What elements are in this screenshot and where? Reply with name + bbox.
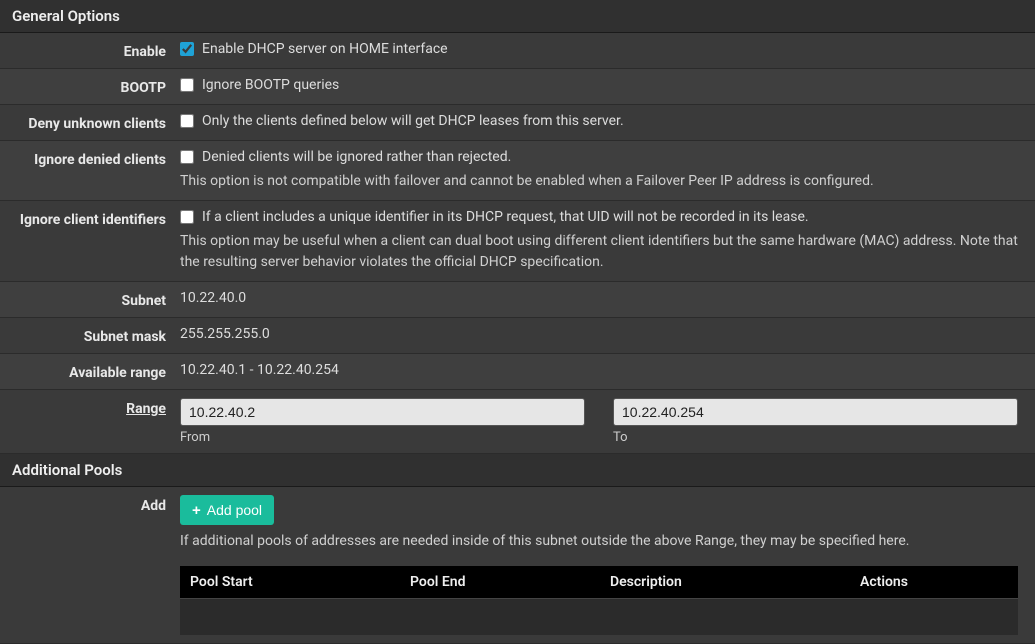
value-subnet: 10.22.40.0 — [180, 290, 1025, 306]
row-subnet-mask: Subnet mask 255.255.255.0 — [0, 318, 1035, 354]
label-subnet-mask: Subnet mask — [10, 326, 180, 345]
label-enable: Enable — [10, 41, 180, 60]
text-ignore-denied: Denied clients will be ignored rather th… — [202, 149, 511, 165]
help-ignore-client-id: This option may be useful when a client … — [180, 231, 1025, 273]
pool-empty-row — [180, 599, 1018, 636]
row-ignore-denied: Ignore denied clients Denied clients wil… — [0, 141, 1035, 201]
label-range: Range — [10, 398, 180, 417]
plus-icon: + — [192, 503, 201, 518]
label-add: Add — [10, 495, 180, 514]
row-ignore-client-id: Ignore client identifiers If a client in… — [0, 201, 1035, 282]
range-to-input[interactable] — [613, 398, 1018, 426]
col-pool-end: Pool End — [400, 566, 600, 599]
add-pool-button[interactable]: + Add pool — [180, 495, 274, 525]
row-enable: Enable Enable DHCP server on HOME interf… — [0, 33, 1035, 69]
row-bootp: BOOTP Ignore BOOTP queries — [0, 69, 1035, 105]
value-available-range: 10.22.40.1 - 10.22.40.254 — [180, 362, 1025, 378]
row-available-range: Available range 10.22.40.1 - 10.22.40.25… — [0, 354, 1035, 390]
help-add-pool: If additional pools of addresses are nee… — [180, 531, 1025, 552]
section-pools-heading: Additional Pools — [0, 454, 1035, 487]
checkbox-deny-unknown[interactable] — [180, 114, 194, 128]
label-subnet: Subnet — [10, 290, 180, 309]
value-subnet-mask: 255.255.255.0 — [180, 326, 1025, 342]
add-pool-button-label: Add pool — [207, 502, 262, 518]
section-general-heading: General Options — [0, 0, 1035, 33]
checkbox-bootp[interactable] — [180, 78, 194, 92]
col-description: Description — [600, 566, 850, 599]
label-ignore-client-id: Ignore client identifiers — [10, 209, 180, 228]
col-pool-start: Pool Start — [180, 566, 400, 599]
text-deny-unknown: Only the clients defined below will get … — [202, 113, 624, 129]
checkbox-ignore-denied[interactable] — [180, 150, 194, 164]
col-actions: Actions — [850, 566, 1018, 599]
range-from-input[interactable] — [180, 398, 585, 426]
label-available-range: Available range — [10, 362, 180, 381]
pool-table: Pool Start Pool End Description Actions — [180, 566, 1018, 635]
label-bootp: BOOTP — [10, 77, 180, 96]
help-ignore-denied: This option is not compatible with failo… — [180, 171, 1025, 192]
label-ignore-denied: Ignore denied clients — [10, 149, 180, 168]
text-ignore-client-id: If a client includes a unique identifier… — [202, 209, 809, 225]
text-enable: Enable DHCP server on HOME interface — [202, 41, 448, 57]
row-add-pool: Add + Add pool If additional pools of ad… — [0, 487, 1035, 644]
row-subnet: Subnet 10.22.40.0 — [0, 282, 1035, 318]
range-to-label: To — [613, 430, 1018, 445]
label-deny-unknown: Deny unknown clients — [10, 113, 180, 132]
checkbox-enable[interactable] — [180, 42, 194, 56]
row-deny-unknown: Deny unknown clients Only the clients de… — [0, 105, 1035, 141]
row-range: Range From To — [0, 390, 1035, 454]
checkbox-ignore-client-id[interactable] — [180, 210, 194, 224]
range-from-label: From — [180, 430, 585, 445]
text-bootp: Ignore BOOTP queries — [202, 77, 339, 93]
